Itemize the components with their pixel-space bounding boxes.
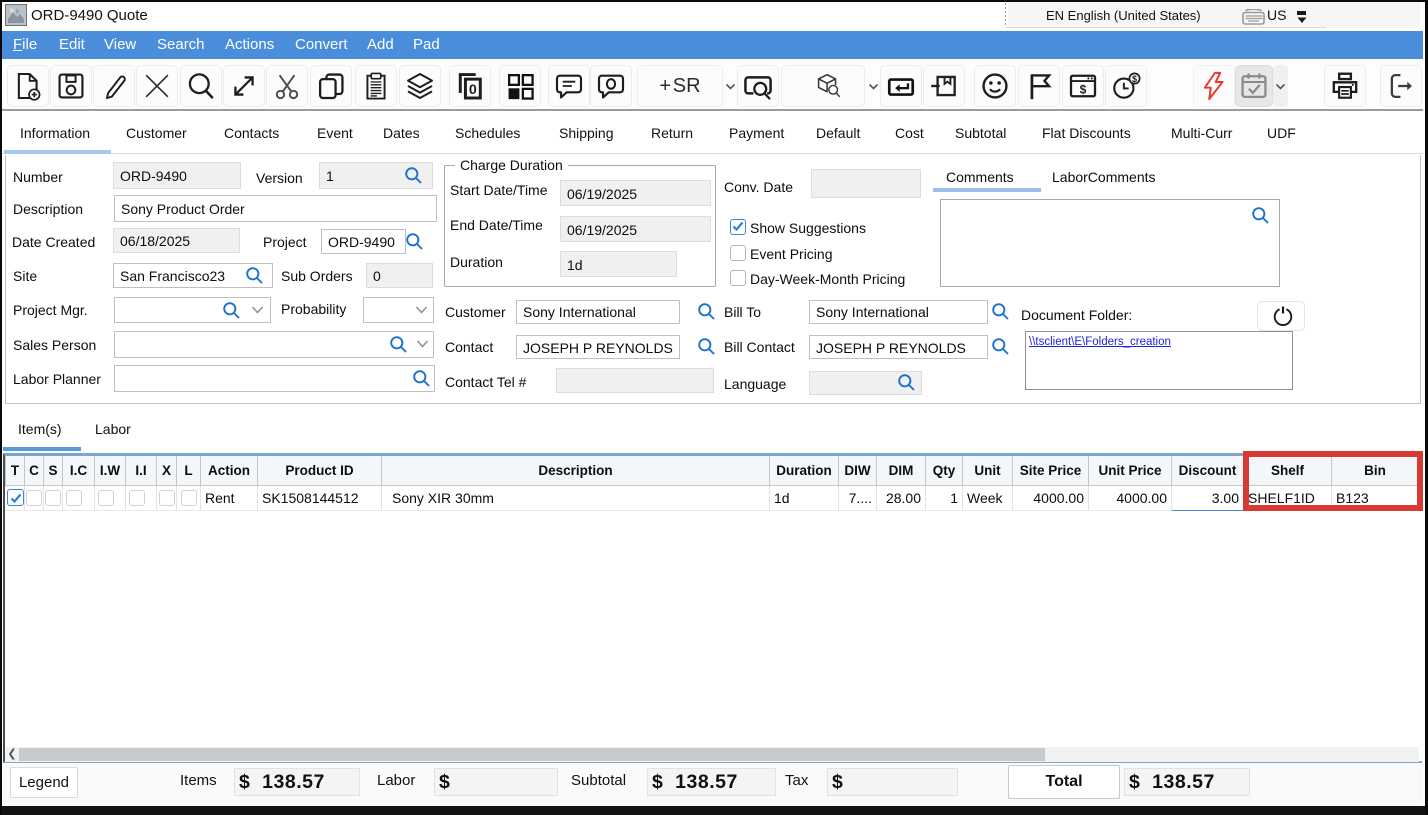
svg-text:0: 0 [469, 82, 477, 98]
svg-text:$: $ [1080, 82, 1087, 96]
svg-text:$: $ [1132, 74, 1137, 84]
